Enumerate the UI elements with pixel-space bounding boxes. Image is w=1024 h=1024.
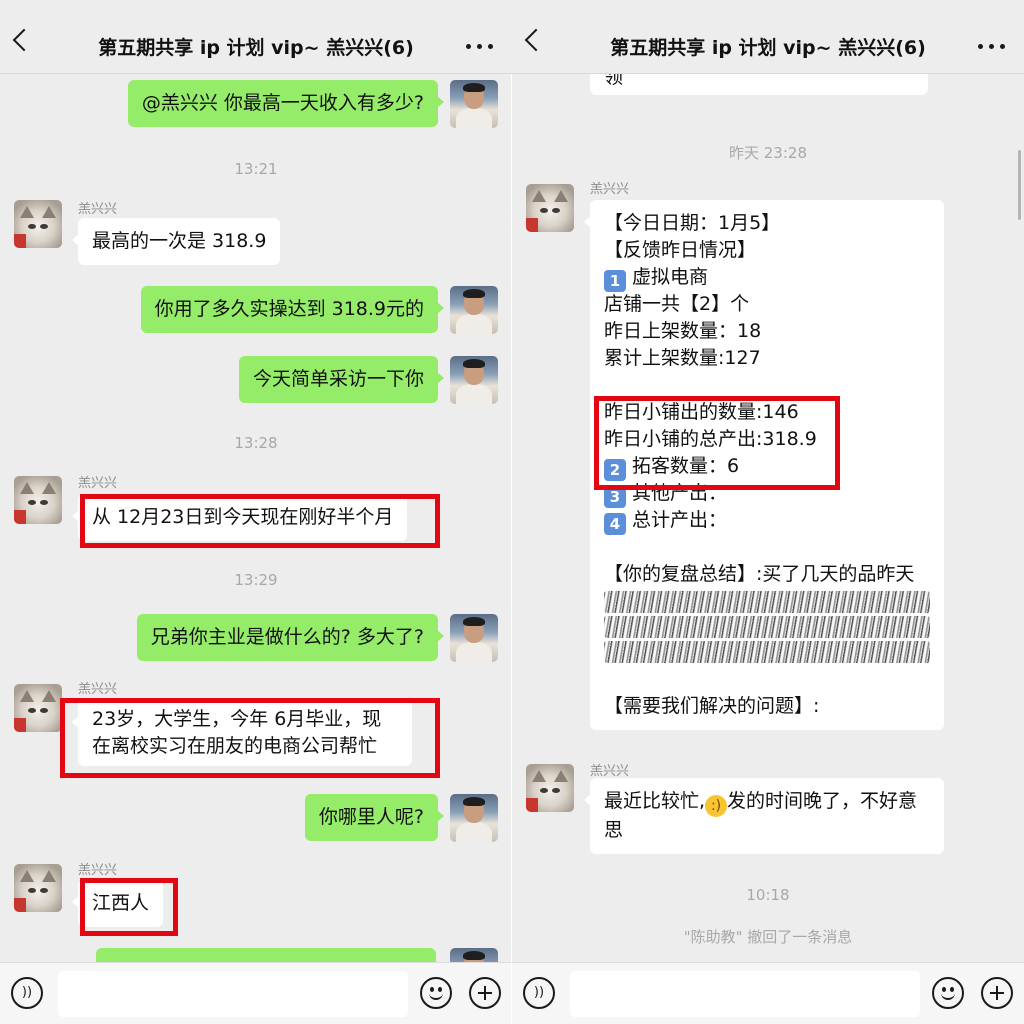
report-line: 昨日小铺的总产出:318.9 [604,428,817,450]
report-line: 昨日上架数量：18 [604,320,762,342]
keycap-four-icon: 4 [604,513,626,535]
report-text: 总计产出： [632,509,728,531]
more-options-icon[interactable] [466,44,494,50]
timestamp: 13:29 [234,571,278,589]
recall-notice: "陈助教" 撤回了一条消息 [683,928,853,946]
chat-header: 第五期共享 ip 计划 vip~ 羔兴兴(6) [0,0,512,74]
avatar-contact[interactable] [526,764,574,812]
sender-name: 羔兴兴 [590,764,630,779]
report-line: 【反馈昨日情况】 [604,239,757,261]
report-line: 1 虚拟电商 [604,264,930,292]
redacted-scribble [604,616,930,638]
avatar-self[interactable] [450,356,498,404]
plus-icon[interactable] [981,977,1013,1009]
report-line: 店铺一共【2】个 [604,293,750,315]
avatar-self[interactable] [450,286,498,334]
message-bubble[interactable]: 你用了多久实操达到 318.9元的 [140,286,445,333]
report-line: 昨日小铺出的数量:146 [604,401,799,423]
message-bubble[interactable]: 23岁，大学生，今年 6月毕业，现在离校实习在朋友的电商公司帮忙 [72,700,412,766]
report-text: 虚拟电商 [632,266,709,288]
redacted-scribble [604,591,930,613]
chat-title: 第五期共享 ip 计划 vip~ 羔兴兴(6) [98,37,414,59]
message-text: 领 [604,74,624,88]
avatar-contact[interactable] [14,200,62,248]
sweat-smile-emoji-icon: :) [705,795,728,817]
message-bubble[interactable]: 江西人 [71,880,164,927]
report-text: 拓客数量：6 [632,455,740,477]
report-message-bubble[interactable]: 【今日日期：1月5】 【反馈昨日情况】 1 虚拟电商 店铺一共【2】个 昨日上架数… [584,200,944,730]
report-line: 【你的复盘总结】:买了几天的品昨天 [604,563,915,585]
back-arrow-icon[interactable] [12,28,36,52]
report-line: 3 其他产出： [604,480,930,508]
report-line: 【今日日期：1月5】 [604,212,781,234]
avatar-self[interactable] [450,614,498,662]
voice-icon[interactable]: )) [11,977,43,1009]
timestamp: 13:21 [234,160,278,178]
message-list[interactable]: @羔兴兴 你最高一天收入有多少? 13:21 羔兴兴 最高的一次是 318.9 … [0,74,512,962]
message-bubble[interactable]: @羔兴兴 你最高一天收入有多少? [127,80,445,127]
message-list[interactable]: 领 昨天 23:28 羔兴兴 【今日日期：1月5】 【反馈昨日情况】 1 虚拟电商… [512,74,1024,962]
message-input[interactable] [570,971,920,1017]
redacted-scribble [604,641,930,663]
keycap-two-icon: 2 [604,459,626,481]
back-arrow-icon[interactable] [524,28,548,52]
avatar-contact[interactable] [526,184,574,232]
report-spacer [604,534,930,561]
keycap-one-icon: 1 [604,270,626,292]
message-bubble-partial[interactable]: 领 [590,74,928,95]
chat-title: 第五期共享 ip 计划 vip~ 羔兴兴(6) [610,37,926,59]
timestamp: 昨天 23:28 [729,144,807,162]
message-bubble[interactable]: 最近比较忙,:) 发的时间晚了，不好意思 [584,778,944,854]
sender-name: 羔兴兴 [78,202,118,217]
sender-name: 羔兴兴 [78,476,118,491]
chat-panel-right: 第五期共享 ip 计划 vip~ 羔兴兴(6) 领 昨天 23:28 羔兴兴 【… [512,0,1024,1024]
plus-icon[interactable] [469,977,501,1009]
sender-name: 羔兴兴 [590,182,630,197]
avatar-contact[interactable] [14,476,62,524]
message-bubble[interactable]: 最高的一次是 318.9 [71,218,281,265]
timestamp: 13:28 [234,434,278,452]
report-spacer [604,372,930,399]
input-toolbar: )) [512,962,1024,1024]
input-toolbar: )) [0,962,512,1024]
message-input[interactable] [58,971,408,1017]
report-line: 累计上架数量:127 [604,347,761,369]
chat-panel-left: 第五期共享 ip 计划 vip~ 羔兴兴(6) @羔兴兴 你最高一天收入有多少?… [0,0,512,1024]
report-spacer [604,666,930,693]
voice-icon[interactable]: )) [523,977,555,1009]
avatar-contact[interactable] [14,864,62,912]
message-bubble[interactable]: 兄弟你主业是做什么的? 多大了? [136,614,445,661]
timestamp: 10:18 [746,886,790,904]
message-text: 最近比较忙, [604,790,706,812]
emoji-icon[interactable] [420,977,452,1009]
report-line: 【需要我们解决的问题】: [604,695,820,717]
message-bubble[interactable]: 你哪里人呢? [304,794,445,841]
sender-name: 羔兴兴 [78,682,118,697]
emoji-icon[interactable] [932,977,964,1009]
report-line: 4 总计产出： [604,507,930,535]
avatar-self[interactable] [450,794,498,842]
avatar-contact[interactable] [14,684,62,732]
sender-name: 羔兴兴 [78,863,118,878]
keycap-three-icon: 3 [604,486,626,508]
more-options-icon[interactable] [978,44,1006,50]
report-line: 2 拓客数量：6 [604,453,930,481]
avatar-self[interactable] [450,948,498,962]
message-bubble-partial[interactable] [96,948,436,962]
report-text: 其他产出： [632,482,728,504]
chat-header: 第五期共享 ip 计划 vip~ 羔兴兴(6) [512,0,1024,74]
message-bubble[interactable]: 从 12月23日到今天现在刚好半个月 [71,494,408,541]
scrollbar[interactable] [1018,150,1021,220]
avatar-self[interactable] [450,80,498,128]
message-bubble[interactable]: 今天简单采访一下你 [238,356,445,403]
